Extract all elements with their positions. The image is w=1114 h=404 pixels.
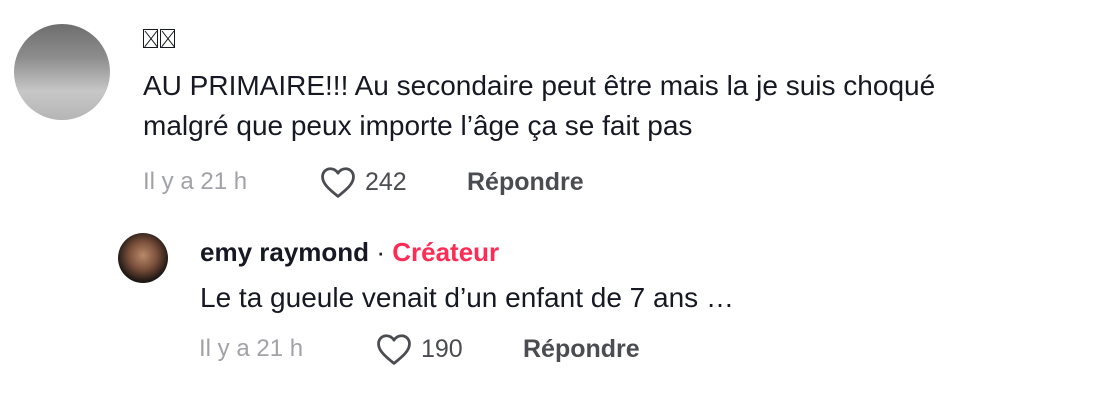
- reply-separator: ·: [376, 237, 385, 267]
- comment-like-count: 242: [365, 167, 407, 196]
- comment-timestamp: Il y a 21 h: [143, 168, 248, 195]
- reply-author-name[interactable]: emy raymond: [200, 237, 369, 267]
- comment-author-name[interactable]: [143, 29, 175, 48]
- comment-text: AU PRIMAIRE!!! Au secondaire peut être m…: [143, 66, 935, 146]
- comment-author-avatar[interactable]: [14, 24, 110, 120]
- missing-glyph-icon: [143, 29, 158, 48]
- missing-glyph-icon: [160, 29, 175, 48]
- comment-actions: Il y a 21 h 242 Répondre: [143, 165, 584, 199]
- reply-reply-button[interactable]: Répondre: [523, 335, 640, 364]
- reply-timestamp: Il y a 21 h: [199, 335, 304, 362]
- creator-badge: Créateur: [392, 237, 500, 267]
- heart-outline-icon: [377, 334, 411, 365]
- comment-like-button[interactable]: 242: [319, 165, 467, 199]
- comment-reply-button[interactable]: Répondre: [467, 168, 584, 197]
- reply-header: emy raymond · Créateur: [200, 235, 499, 269]
- reply-text: Le ta gueule venait d’un enfant de 7 ans…: [200, 282, 734, 313]
- reply-actions: Il y a 21 h 190 Répondre: [199, 332, 640, 366]
- reply-author-avatar[interactable]: [118, 233, 168, 283]
- comment-text-line: malgré que peux importe l’âge ça se fait…: [143, 110, 693, 141]
- heart-outline-icon: [321, 167, 355, 198]
- reply-like-count: 190: [421, 334, 463, 363]
- comment-text-line: AU PRIMAIRE!!! Au secondaire peut être m…: [143, 70, 936, 101]
- reply-like-button[interactable]: 190: [375, 332, 523, 366]
